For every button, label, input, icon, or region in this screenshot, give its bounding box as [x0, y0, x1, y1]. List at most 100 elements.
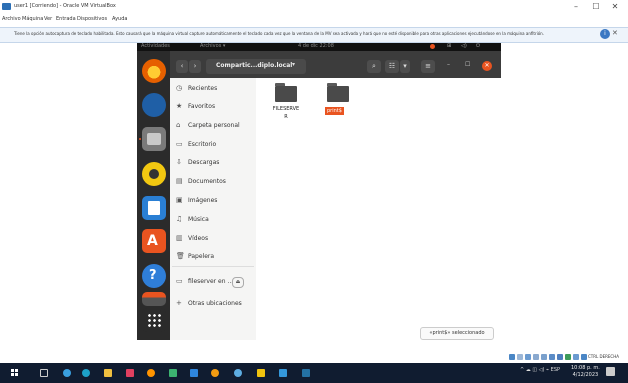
rhythmbox-icon[interactable]: [142, 162, 166, 186]
show-applications-icon[interactable]: [142, 308, 166, 332]
desktop-icon: ▭: [176, 140, 183, 148]
taskbar-clock[interactable]: 10:08 p. m. 4/12/2023: [571, 365, 600, 379]
taskbar-time: 10:08 p. m.: [571, 365, 600, 371]
infobar-close-button[interactable]: ✕: [612, 29, 618, 37]
folder-icon: [275, 86, 297, 102]
files-icon[interactable]: [142, 127, 166, 151]
recording-icon[interactable]: [565, 354, 571, 360]
clock-icon: ◷: [176, 84, 183, 92]
sidebar-item-musica[interactable]: ♫ Música: [176, 215, 209, 229]
optical-drive-icon[interactable]: [517, 354, 523, 360]
sidebar-item-documentos[interactable]: ▤ Documentos: [176, 177, 226, 191]
windows-taskbar: [0, 363, 628, 383]
thunderbird-icon[interactable]: [142, 93, 166, 117]
window-minimize-button[interactable]: –: [447, 61, 450, 68]
minimize-button[interactable]: –: [569, 2, 583, 11]
usb-icon[interactable]: [541, 354, 547, 360]
window-close-button[interactable]: ✕: [482, 61, 492, 71]
help-icon[interactable]: ?: [142, 264, 166, 288]
volume-icon[interactable]: ◁): [461, 43, 467, 49]
chrome-icon[interactable]: [211, 369, 219, 377]
notes-icon[interactable]: [257, 369, 265, 377]
sidebar-item-otras-ubicaciones[interactable]: + Otras ubicaciones: [176, 299, 242, 313]
menu-ayuda[interactable]: Ayuda: [112, 16, 127, 22]
hard-disk-icon[interactable]: [509, 354, 515, 360]
view-list-button[interactable]: ☷: [385, 60, 399, 73]
menu-maquina[interactable]: Máquina: [22, 16, 43, 22]
folder-icon: [327, 86, 349, 102]
infobar-message: Tiene la opción autocaptura de teclado h…: [14, 31, 544, 36]
writer-icon[interactable]: [142, 196, 166, 220]
folder-item-fileserver[interactable]: FILESERVE R: [270, 80, 302, 122]
menu-dispositivos[interactable]: Dispositivos: [77, 16, 107, 22]
windows-start-icon[interactable]: [11, 369, 19, 377]
music-icon: ♫: [176, 215, 183, 223]
sidebar-item-recientes[interactable]: ◷ Recientes: [176, 84, 217, 98]
sidebar-item-papelera[interactable]: 🗑 Papelera: [176, 252, 214, 266]
app-blue-icon[interactable]: [190, 369, 198, 377]
close-button[interactable]: ✕: [608, 2, 622, 11]
app-dark-blue-icon[interactable]: [302, 369, 310, 377]
selection-status: «print$» seleccionado: [420, 327, 494, 340]
download-icon: ⇩: [176, 158, 182, 166]
top-clock[interactable]: 4 de dic 22:08: [298, 43, 334, 49]
window-maximize-button[interactable]: ☐: [465, 61, 470, 68]
sidebar-item-escritorio[interactable]: ▭ Escritorio: [176, 140, 216, 154]
task-view-icon[interactable]: [40, 369, 48, 377]
audio-icon[interactable]: [525, 354, 531, 360]
menu-archivo[interactable]: Archivo: [2, 16, 21, 22]
software-center-icon[interactable]: A: [142, 229, 166, 253]
star-icon: ★: [176, 102, 183, 110]
drive-icon[interactable]: [142, 292, 166, 306]
shared-folders-icon[interactable]: [549, 354, 555, 360]
mouse-integration-icon[interactable]: [581, 354, 587, 360]
taskbar-date: 4/12/2023: [572, 372, 599, 378]
home-icon: ⌂: [176, 121, 181, 129]
sidebar-item-favoritos[interactable]: ★ Favoritos: [176, 102, 215, 116]
host-key-label: CTRL DERECHA: [588, 354, 619, 359]
sidebar-item-videos[interactable]: ▥ Vídeos: [176, 234, 208, 248]
notification-icon[interactable]: [606, 367, 615, 376]
trash-icon: 🗑: [176, 252, 185, 260]
menu-ver[interactable]: Ver: [44, 16, 52, 22]
view-options-button[interactable]: ▾: [400, 60, 410, 73]
sidebar-item-imagenes[interactable]: ▣ Imágenes: [176, 196, 217, 210]
maximize-button[interactable]: ☐: [589, 2, 603, 11]
edge-icon[interactable]: [82, 369, 90, 377]
explorer-icon[interactable]: [104, 369, 112, 377]
network-icon[interactable]: ⊞: [447, 43, 451, 49]
settings-icon[interactable]: [234, 369, 242, 377]
network-drive-icon: ▭: [176, 277, 183, 285]
file-label-line2: R: [284, 114, 288, 120]
chevron-down-icon: ▾: [292, 61, 296, 68]
activities-button[interactable]: Actividades: [141, 43, 170, 49]
app-menu[interactable]: Archivos ▾: [200, 43, 225, 49]
power-icon[interactable]: ⏻: [476, 43, 480, 49]
sidebar-item-descargas[interactable]: ⇩ Descargas: [176, 158, 219, 172]
forward-button[interactable]: ›: [189, 60, 201, 73]
back-button[interactable]: ‹: [176, 60, 188, 73]
hamburger-menu-button[interactable]: ≡: [421, 60, 435, 73]
app-green-icon[interactable]: [169, 369, 177, 377]
image-icon: ▣: [176, 196, 183, 204]
network-adapter-icon[interactable]: [533, 354, 539, 360]
firefox-icon[interactable]: [142, 59, 166, 83]
firefox-taskbar-icon[interactable]: [147, 369, 155, 377]
document-icon: ▤: [176, 177, 183, 185]
video-icon: ▥: [176, 234, 183, 242]
window-title: user1 [Corriendo] - Oracle VM VirtualBox: [14, 3, 116, 9]
eject-icon[interactable]: ⏏: [232, 277, 244, 288]
info-icon[interactable]: i: [600, 29, 610, 39]
sidebar-item-fileserver[interactable]: ▭ fileserver en ...: [176, 277, 233, 291]
cpu-icon[interactable]: [573, 354, 579, 360]
system-tray[interactable]: ^ ☁ ◫ ◁) ⌁ ESP: [520, 367, 560, 373]
virtualbox-taskbar-icon[interactable]: [279, 369, 287, 377]
sidebar-item-carpeta-personal[interactable]: ⌂ Carpeta personal: [176, 121, 240, 135]
files-running-indicator: [139, 138, 141, 140]
vivaldi-icon[interactable]: [126, 369, 134, 377]
menu-entrada[interactable]: Entrada: [56, 16, 76, 22]
display-icon[interactable]: [557, 354, 563, 360]
sidebar-separator: [172, 266, 254, 267]
search-button[interactable]: ⌕: [367, 60, 381, 73]
chat-icon[interactable]: [63, 369, 71, 377]
